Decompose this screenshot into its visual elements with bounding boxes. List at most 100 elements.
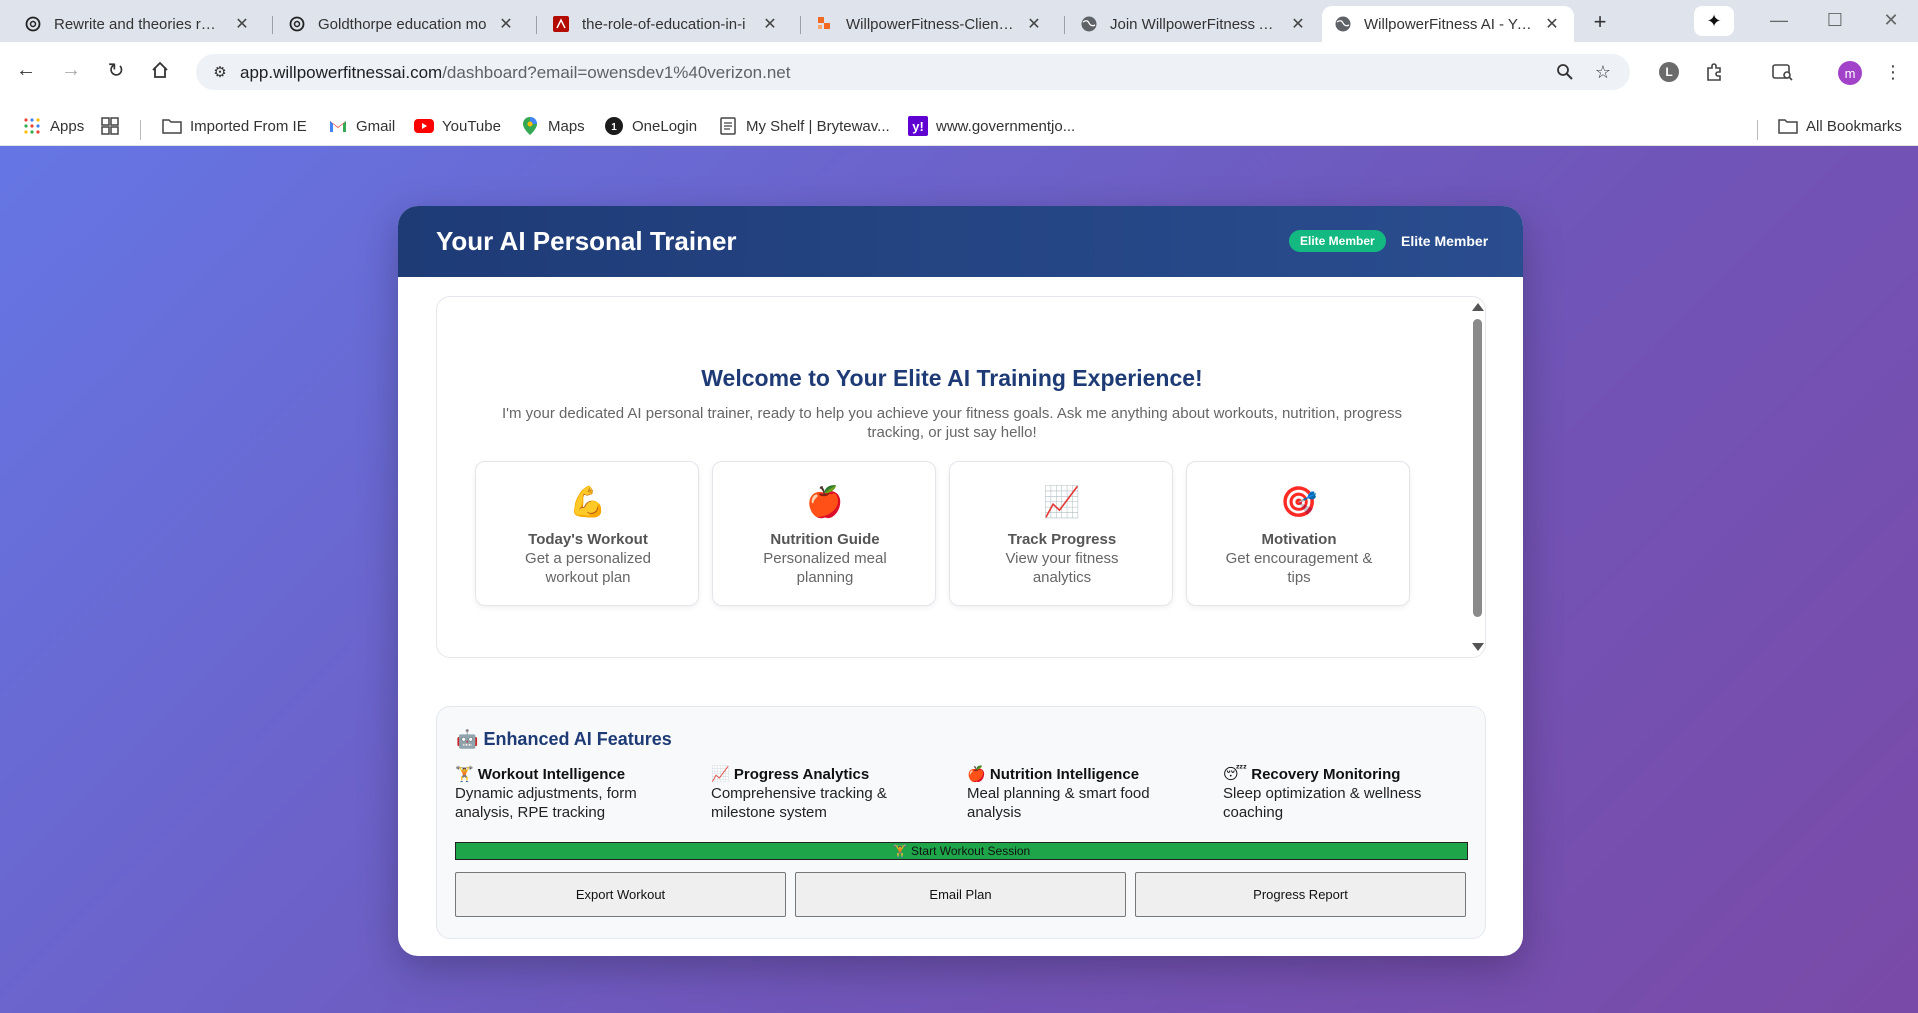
bookmark-label: www.governmentjo... — [936, 117, 1076, 135]
bookmark-onelogin[interactable]: 1 OneLogin — [604, 114, 697, 138]
extensions-puzzle-icon[interactable] — [1702, 59, 1728, 85]
quick-action-motivation[interactable]: 🎯 Motivation Get encouragement & tips — [1186, 461, 1410, 606]
window-close-icon[interactable]: ✕ — [1868, 4, 1914, 36]
bookmark-gmail[interactable]: Gmail — [328, 114, 395, 138]
browser-tab-5[interactable]: Join WillpowerFitness AI - ✕ — [1068, 6, 1320, 42]
close-icon[interactable]: ✕ — [496, 14, 516, 34]
globe-icon — [1334, 15, 1352, 33]
flexed-biceps-icon: 💪 — [569, 486, 607, 519]
tab-title: Rewrite and theories requ — [54, 15, 224, 33]
page-title: Your AI Personal Trainer — [436, 226, 737, 256]
quick-action-desc: Get a personalized workout plan — [525, 550, 651, 586]
pdf-icon — [552, 15, 570, 33]
tab-separator — [536, 16, 537, 34]
browser-tab-1[interactable]: Rewrite and theories requ ✕ — [12, 6, 264, 42]
bookmark-apps[interactable]: Apps — [22, 114, 84, 138]
quick-action-track-progress[interactable]: 📈 Track Progress View your fitness analy… — [949, 461, 1173, 606]
browser-toolbar: ← → ↻ ⚙ app.willpowerfitnessai.com/dashb… — [0, 42, 1918, 106]
tab-separator — [1064, 16, 1065, 34]
welcome-text: I'm your dedicated AI personal trainer, … — [501, 405, 1403, 441]
bookmark-imported-from-ie[interactable]: Imported From IE — [162, 114, 307, 138]
youtube-icon — [414, 116, 434, 136]
scroll-down-arrow-icon[interactable] — [1472, 643, 1484, 651]
apple-icon: 🍎 — [967, 766, 986, 783]
quick-action-desc: Get encouragement & tips — [1225, 550, 1373, 586]
chart-increasing-icon: 📈 — [1043, 486, 1081, 519]
feature-progress-analytics: 📈 Progress Analytics Comprehensive track… — [711, 765, 921, 822]
progress-report-button[interactable]: Progress Report — [1135, 872, 1466, 917]
quick-action-title: Today's Workout — [528, 531, 648, 548]
address-bar[interactable]: ⚙ app.willpowerfitnessai.com/dashboard?e… — [196, 54, 1630, 90]
zoom-icon[interactable] — [1554, 61, 1576, 83]
apple-icon: 🍎 — [806, 486, 844, 519]
feature-recovery-monitoring: 😴 Recovery Monitoring Sleep optimization… — [1223, 765, 1433, 822]
profile-avatar[interactable]: m — [1838, 61, 1862, 85]
bookmark-label: YouTube — [442, 117, 501, 135]
close-icon[interactable]: ✕ — [1542, 14, 1562, 34]
tab-groups-icon[interactable] — [100, 114, 128, 138]
tab-separator — [800, 16, 801, 34]
quick-action-desc: View your fitness analytics — [1005, 550, 1119, 586]
folder-icon — [1778, 116, 1798, 136]
email-plan-button[interactable]: Email Plan — [795, 872, 1126, 917]
tab-title: WillpowerFitness AI - Your — [1364, 15, 1534, 33]
gmail-icon — [328, 116, 348, 136]
export-workout-button[interactable]: Export Workout — [455, 872, 786, 917]
globe-icon — [1080, 15, 1098, 33]
bookmark-governmentjobs[interactable]: y! www.governmentjo... — [908, 114, 1075, 138]
browser-tab-3[interactable]: the-role-of-education-in-i ✕ — [540, 6, 792, 42]
app-header: Your AI Personal Trainer Elite Member El… — [398, 206, 1523, 277]
feature-desc: Comprehensive tracking & milestone syste… — [711, 785, 887, 821]
feature-workout-intelligence: 🏋 Workout Intelligence Dynamic adjustmen… — [455, 765, 665, 822]
browser-tab-6[interactable]: WillpowerFitness AI - Your ✕ — [1322, 6, 1574, 42]
extension-l-icon[interactable]: L — [1656, 59, 1682, 85]
tab-search-icon[interactable] — [1770, 59, 1796, 85]
status-badge: Elite Member — [1289, 230, 1386, 252]
menu-kebab-icon[interactable]: ⋮ — [1880, 59, 1906, 85]
bookmarks-bar: Apps Imported From IE Gmail YouTube Maps… — [0, 106, 1918, 146]
close-icon[interactable]: ✕ — [1288, 14, 1308, 34]
maximize-icon[interactable]: ☐ — [1812, 4, 1858, 36]
bookmark-star-icon[interactable]: ☆ — [1592, 61, 1614, 83]
bookmark-youtube[interactable]: YouTube — [414, 114, 501, 138]
tab-title: WillpowerFitness-Client-P — [846, 15, 1016, 33]
bookmark-maps[interactable]: Maps — [520, 114, 585, 138]
scrollbar-thumb[interactable] — [1473, 319, 1482, 617]
close-icon[interactable]: ✕ — [232, 14, 252, 34]
svg-text:L: L — [1665, 65, 1672, 79]
enhanced-features-panel: 🤖 Enhanced AI Features 🏋 Workout Intelli… — [436, 706, 1486, 939]
close-icon[interactable]: ✕ — [760, 14, 780, 34]
new-tab-button[interactable]: + — [1586, 8, 1614, 36]
maps-icon — [520, 116, 540, 136]
tab-title: the-role-of-education-in-i — [582, 15, 746, 33]
minimize-icon[interactable]: — — [1756, 4, 1802, 36]
target-icon: 🎯 — [1280, 486, 1318, 519]
bookmark-separator — [140, 120, 141, 140]
back-arrow-icon[interactable]: ← — [12, 56, 40, 84]
bookmark-my-shelf[interactable]: My Shelf | Brytewav... — [718, 114, 890, 138]
apps-grid-icon — [22, 116, 42, 136]
all-bookmarks[interactable]: All Bookmarks — [1778, 114, 1902, 138]
forward-arrow-icon[interactable]: → — [57, 56, 85, 84]
chat-scrollbar[interactable] — [1469, 297, 1485, 657]
chat-messages-area[interactable]: Welcome to Your Elite AI Training Experi… — [436, 296, 1486, 658]
trainer-app-card: Your AI Personal Trainer Elite Member El… — [398, 206, 1523, 956]
document-icon — [718, 116, 738, 136]
browser-tab-4[interactable]: WillpowerFitness-Client-P ✕ — [804, 6, 1056, 42]
scroll-up-arrow-icon[interactable] — [1472, 303, 1484, 311]
gemini-icon[interactable]: ✦ — [1694, 6, 1734, 36]
quick-action-nutrition-guide[interactable]: 🍎 Nutrition Guide Personalized meal plan… — [712, 461, 936, 606]
tab-title: Join WillpowerFitness AI - — [1110, 15, 1280, 33]
bookmark-label: Maps — [548, 117, 585, 135]
reload-icon[interactable]: ↻ — [102, 56, 130, 84]
start-workout-session-button[interactable]: 🏋 Start Workout Session — [455, 842, 1468, 860]
site-settings-icon[interactable]: ⚙ — [210, 62, 230, 82]
browser-tab-2[interactable]: Goldthorpe education mo ✕ — [276, 6, 528, 42]
quick-action-todays-workout[interactable]: 💪 Today's Workout Get a personalized wor… — [475, 461, 699, 606]
feature-nutrition-intelligence: 🍎 Nutrition Intelligence Meal planning &… — [967, 765, 1177, 822]
close-icon[interactable]: ✕ — [1024, 14, 1044, 34]
home-icon[interactable] — [146, 56, 174, 84]
onelogin-icon: 1 — [604, 116, 624, 136]
bookmark-label: Apps — [50, 117, 85, 135]
url-text[interactable]: app.willpowerfitnessai.com/dashboard?ema… — [240, 63, 790, 83]
